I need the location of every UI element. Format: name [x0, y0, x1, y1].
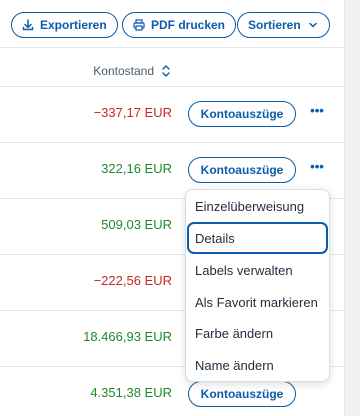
statements-button[interactable]: Kontoauszüge — [188, 157, 296, 183]
toolbar: Exportieren PDF drucken Sortieren — [0, 0, 344, 48]
menu-item-change-color[interactable]: Farbe ändern — [187, 318, 328, 348]
statements-button[interactable]: Kontoauszüge — [188, 381, 296, 407]
accounts-page: Exportieren PDF drucken Sortieren Kontos… — [0, 0, 344, 416]
statements-button-label: Kontoauszüge — [200, 387, 284, 401]
account-balance: 4.351,38 EUR — [90, 385, 172, 400]
sort-button[interactable]: Sortieren — [237, 12, 330, 38]
balance-header-label: Kontostand — [93, 64, 154, 78]
menu-item-mark-favorite[interactable]: Als Favorit markieren — [187, 287, 328, 317]
account-balance: −337,17 EUR — [93, 105, 172, 120]
more-glyph: ••• — [310, 103, 324, 118]
more-horizontal-icon[interactable]: ••• — [308, 104, 326, 122]
sort-label: Sortieren — [248, 18, 301, 32]
menu-item-manage-labels[interactable]: Labels verwalten — [187, 255, 328, 285]
download-icon — [22, 19, 34, 31]
export-button[interactable]: Exportieren — [11, 12, 118, 38]
account-context-menu: Einzelüberweisung Details Labels verwalt… — [185, 189, 330, 382]
more-horizontal-icon[interactable]: ••• — [308, 160, 326, 178]
statements-button-label: Kontoauszüge — [200, 163, 284, 177]
menu-item-single-transfer[interactable]: Einzelüberweisung — [187, 191, 328, 221]
balance-column-header[interactable]: Kontostand — [0, 62, 344, 80]
export-label: Exportieren — [40, 18, 107, 32]
menu-item-label: Einzelüberweisung — [195, 198, 305, 214]
menu-item-label: Farbe ändern — [195, 325, 274, 341]
menu-item-label: Name ändern — [195, 357, 274, 373]
menu-item-label: Details — [195, 230, 235, 246]
account-balance: 322,16 EUR — [101, 161, 172, 176]
menu-item-rename[interactable]: Name ändern — [187, 350, 328, 380]
menu-item-label: Labels verwalten — [195, 262, 293, 278]
account-balance: −222,56 EUR — [93, 273, 172, 288]
account-balance: 509,03 EUR — [101, 217, 172, 232]
print-pdf-label: PDF drucken — [151, 18, 226, 32]
vertical-scrollbar[interactable] — [344, 0, 360, 416]
chevron-down-icon — [308, 22, 317, 28]
menu-item-label: Als Favorit markieren — [195, 294, 318, 310]
print-pdf-button[interactable]: PDF drucken — [122, 12, 237, 38]
statements-button-label: Kontoauszüge — [200, 107, 284, 121]
menu-item-details[interactable]: Details — [187, 222, 328, 254]
printer-icon — [133, 19, 145, 31]
account-row: −337,17 EUR Kontoauszüge ••• — [0, 86, 344, 142]
sort-updown-icon — [162, 65, 170, 77]
account-balance: 18.466,93 EUR — [83, 329, 172, 344]
more-glyph: ••• — [310, 159, 324, 174]
statements-button[interactable]: Kontoauszüge — [188, 101, 296, 127]
